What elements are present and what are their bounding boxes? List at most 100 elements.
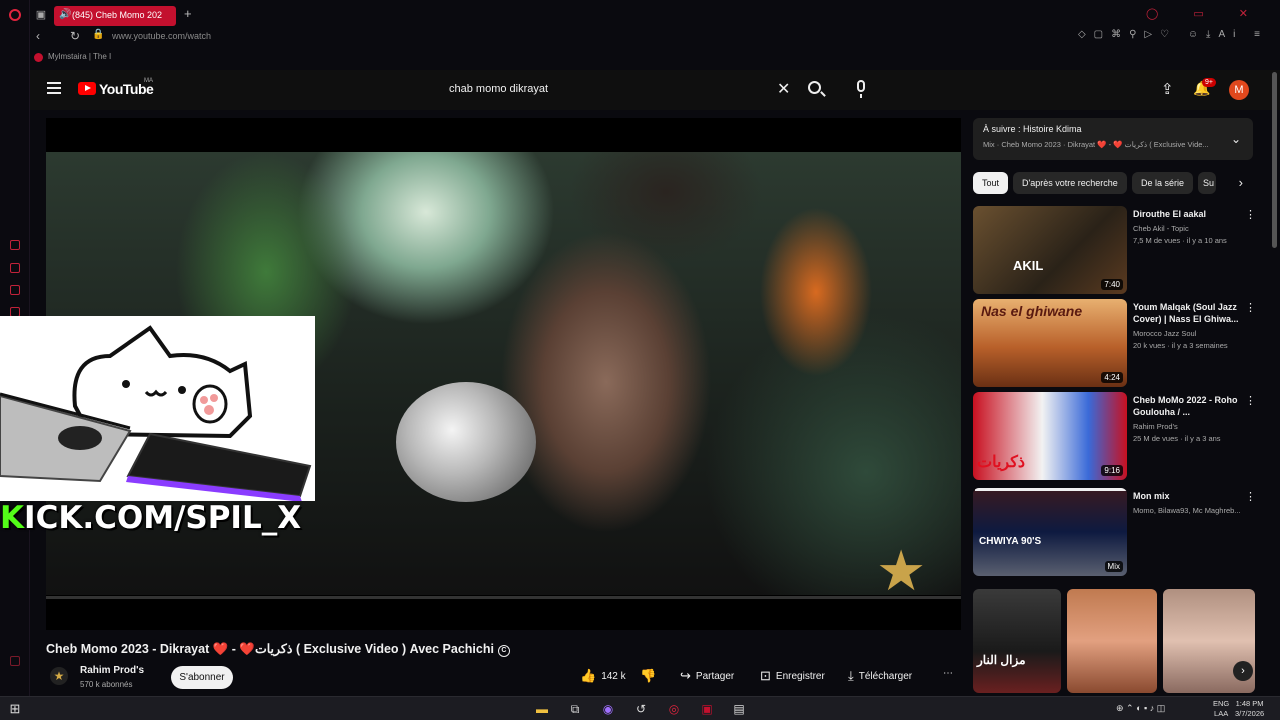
overlay-cat-panel bbox=[0, 316, 315, 502]
chevron-right-icon[interactable]: › bbox=[1239, 175, 1243, 190]
channel-avatar[interactable]: ★ bbox=[50, 667, 68, 685]
gx-corner-icon[interactable] bbox=[10, 656, 20, 666]
dislike-icon: 👎 bbox=[640, 668, 657, 683]
upload-icon[interactable]: ⇪ bbox=[1161, 80, 1174, 98]
more-vert-icon[interactable]: ⋮ bbox=[1245, 208, 1256, 221]
copyright-icon: C bbox=[497, 645, 510, 657]
lock-icon[interactable]: 🔒 bbox=[92, 29, 104, 40]
clear-search-icon[interactable]: ✕ bbox=[777, 79, 790, 99]
back-icon[interactable]: ‹ bbox=[36, 29, 40, 43]
recommendation-item[interactable]: AKIL 7:40 Dirouthe El aakal Cheb Akil - … bbox=[973, 206, 1273, 294]
tab-menu-icon[interactable]: ▣ bbox=[34, 8, 48, 22]
bookmark-bar: Mylmstaira | The I bbox=[30, 52, 111, 66]
more-vert-icon[interactable]: ⋮ bbox=[1245, 301, 1256, 314]
more-vert-icon[interactable]: ⋮ bbox=[1245, 394, 1256, 407]
shorts-shelf: مزال النار › bbox=[973, 589, 1255, 693]
window-controls[interactable]: ◯ ▭ ✕ bbox=[1146, 7, 1264, 20]
channel-name[interactable]: Rahim Prod's bbox=[80, 665, 144, 676]
more-icon[interactable]: ⋯ bbox=[943, 668, 953, 688]
duration-badge: 7:40 bbox=[1101, 279, 1123, 290]
recommendation-title: Mon mix bbox=[1133, 491, 1170, 501]
new-tab-button[interactable]: + bbox=[184, 6, 192, 21]
taskbar-app-icon[interactable]: ▣ bbox=[698, 700, 716, 718]
duration-badge: 9:16 bbox=[1101, 465, 1123, 476]
like-button[interactable]: 👍 142 k bbox=[580, 668, 626, 688]
tab-title: (845) Cheb Momo 202 bbox=[72, 10, 163, 20]
recommendation-channel: Cheb Akil - Topic bbox=[1133, 224, 1189, 233]
system-tray-icons[interactable]: ⊕ ⌃ ◐ ▪ ♪ ◫ bbox=[1116, 703, 1165, 714]
chip-series[interactable]: De la série bbox=[1132, 172, 1194, 194]
subscribe-button[interactable]: S'abonner bbox=[171, 666, 233, 689]
opera-gx-logo-icon[interactable] bbox=[9, 9, 21, 21]
download-button[interactable]: ⤓ Télécharger bbox=[848, 668, 912, 688]
bongo-cat-illustration bbox=[0, 325, 312, 502]
taskbar-clock[interactable]: 1:48 PM 3/7/2026 bbox=[1235, 699, 1264, 719]
short-thumbnail[interactable]: مزال النار bbox=[973, 589, 1061, 693]
sidebar-app-icon[interactable] bbox=[10, 240, 20, 250]
video-title: Cheb Momo 2023 - Dikrayat ❤️ - ❤️ذكريات … bbox=[46, 641, 510, 657]
youtube-play-icon bbox=[78, 82, 96, 95]
tab-strip: ▣ 🔊 (845) Cheb Momo 202 + ◯ ▭ ✕ bbox=[30, 4, 1280, 26]
recommendation-meta: 7,5 M de vues · il y a 10 ans bbox=[1133, 236, 1227, 245]
windows-start-icon[interactable]: ⊞ bbox=[6, 700, 24, 718]
opera-gx-taskbar-icon[interactable]: ◎ bbox=[665, 700, 683, 718]
share-button[interactable]: ↪ Partager bbox=[680, 668, 734, 688]
recommendation-title: Youm Malqak (Soul Jazz Cover) | Nass El … bbox=[1133, 302, 1239, 324]
sidebar-app-icon[interactable] bbox=[10, 263, 20, 273]
recommendation-channel: Morocco Jazz Soul bbox=[1133, 329, 1197, 338]
url-field[interactable]: www.youtube.com/watch bbox=[112, 31, 211, 41]
scrollbar[interactable] bbox=[1272, 72, 1277, 248]
duration-badge: 4:24 bbox=[1101, 372, 1123, 383]
recommendation-thumbnail[interactable]: Nas el ghiwane 4:24 bbox=[973, 299, 1127, 387]
recommendation-item[interactable]: ذكريات 9:16 Cheb MoMo 2022 - Roho Goulou… bbox=[973, 392, 1273, 480]
toolbar-icons[interactable]: ◇▢⌘⚲▷♡ ☺⤓Ai ≡ bbox=[1078, 29, 1268, 40]
thumbnail-text: مزال النار bbox=[977, 653, 1026, 667]
mic-icon[interactable] bbox=[857, 80, 865, 98]
chevron-down-icon[interactable]: ⌄ bbox=[1231, 132, 1241, 146]
more-vert-icon[interactable]: ⋮ bbox=[1245, 490, 1256, 503]
language-indicator[interactable]: ENG LAA bbox=[1213, 699, 1229, 719]
chip-more[interactable]: Su bbox=[1198, 172, 1216, 194]
recommendation-item[interactable]: CHWIYA 90'S Mix Mon mix Momo, Bilawa93, … bbox=[973, 488, 1273, 576]
stream-overlay: KICK.COM/SPIL_X bbox=[0, 316, 315, 536]
up-next-title: À suivre : Histoire Kdima bbox=[983, 124, 1082, 134]
recommendation-item[interactable]: Nas el ghiwane 4:24 Youm Malqak (Soul Ja… bbox=[973, 299, 1273, 387]
recommendation-thumbnail[interactable]: ذكريات 9:16 bbox=[973, 392, 1127, 480]
chip-all[interactable]: Tout bbox=[973, 172, 1009, 194]
recommendation-thumbnail[interactable]: AKIL 7:40 bbox=[973, 206, 1127, 294]
thumbnail-text: Nas el ghiwane bbox=[981, 303, 1083, 319]
file-explorer-icon[interactable]: ▬ bbox=[533, 700, 551, 718]
save-button[interactable]: ⊡ Enregistrer bbox=[760, 668, 825, 688]
mix-stack-line bbox=[975, 488, 1127, 491]
taskbar-app-icon[interactable]: ◉ bbox=[599, 700, 617, 718]
menu-icon[interactable] bbox=[47, 82, 61, 94]
recommendation-meta: 20 k vues · il y a 3 semaines bbox=[1133, 341, 1228, 350]
watermark-star-icon: ★ bbox=[876, 539, 927, 602]
sidebar-app-icon[interactable] bbox=[10, 285, 20, 295]
taskbar-app-icon[interactable]: ↺ bbox=[632, 700, 650, 718]
reload-icon[interactable]: ↻ bbox=[70, 29, 80, 43]
chip-related-search[interactable]: D'après votre recherche bbox=[1013, 172, 1127, 194]
search-icon[interactable] bbox=[808, 81, 821, 94]
up-next-panel[interactable]: À suivre : Histoire Kdima Mix · Cheb Mom… bbox=[973, 118, 1253, 160]
dislike-button[interactable]: 👎 bbox=[640, 668, 661, 688]
browser-window: ▣ 🔊 (845) Cheb Momo 202 + ◯ ▭ ✕ ‹ ↻ 🔒 ww… bbox=[0, 0, 1280, 696]
share-icon: ↪ bbox=[680, 668, 691, 683]
short-thumbnail[interactable] bbox=[1067, 589, 1157, 693]
address-bar-row: ‹ ↻ 🔒 www.youtube.com/watch ◇▢⌘⚲▷♡ ☺⤓Ai … bbox=[30, 28, 1280, 46]
search-input[interactable]: chab momo dikrayat bbox=[449, 83, 548, 95]
save-icon: ⊡ bbox=[760, 668, 771, 683]
recommendation-channel: Rahim Prod's bbox=[1133, 422, 1178, 431]
bookmark-item[interactable]: Mylmstaira | The I bbox=[48, 52, 111, 61]
windows-taskbar: ⊞ ▬ ⧉ ◉ ↺ ◎ ▣ ▤ ⊕ ⌃ ◐ ▪ ♪ ◫ ENG LAA 1:48… bbox=[0, 696, 1280, 720]
recommendation-thumbnail[interactable]: CHWIYA 90'S Mix bbox=[973, 488, 1127, 576]
country-code: MA bbox=[144, 78, 153, 84]
speaker-icon[interactable]: 🔊 bbox=[59, 9, 71, 20]
youtube-header: YouTube MA chab momo dikrayat ✕ ⇪ 🔔 9+ M bbox=[30, 70, 1280, 110]
taskbar-app-icon[interactable]: ▤ bbox=[730, 700, 748, 718]
chevron-right-icon[interactable]: › bbox=[1233, 661, 1253, 681]
taskbar-app-icon[interactable]: ⧉ bbox=[566, 700, 584, 718]
avatar[interactable]: M bbox=[1229, 80, 1249, 100]
progress-bar[interactable] bbox=[46, 596, 961, 599]
tab-youtube[interactable]: 🔊 (845) Cheb Momo 202 bbox=[54, 6, 176, 26]
